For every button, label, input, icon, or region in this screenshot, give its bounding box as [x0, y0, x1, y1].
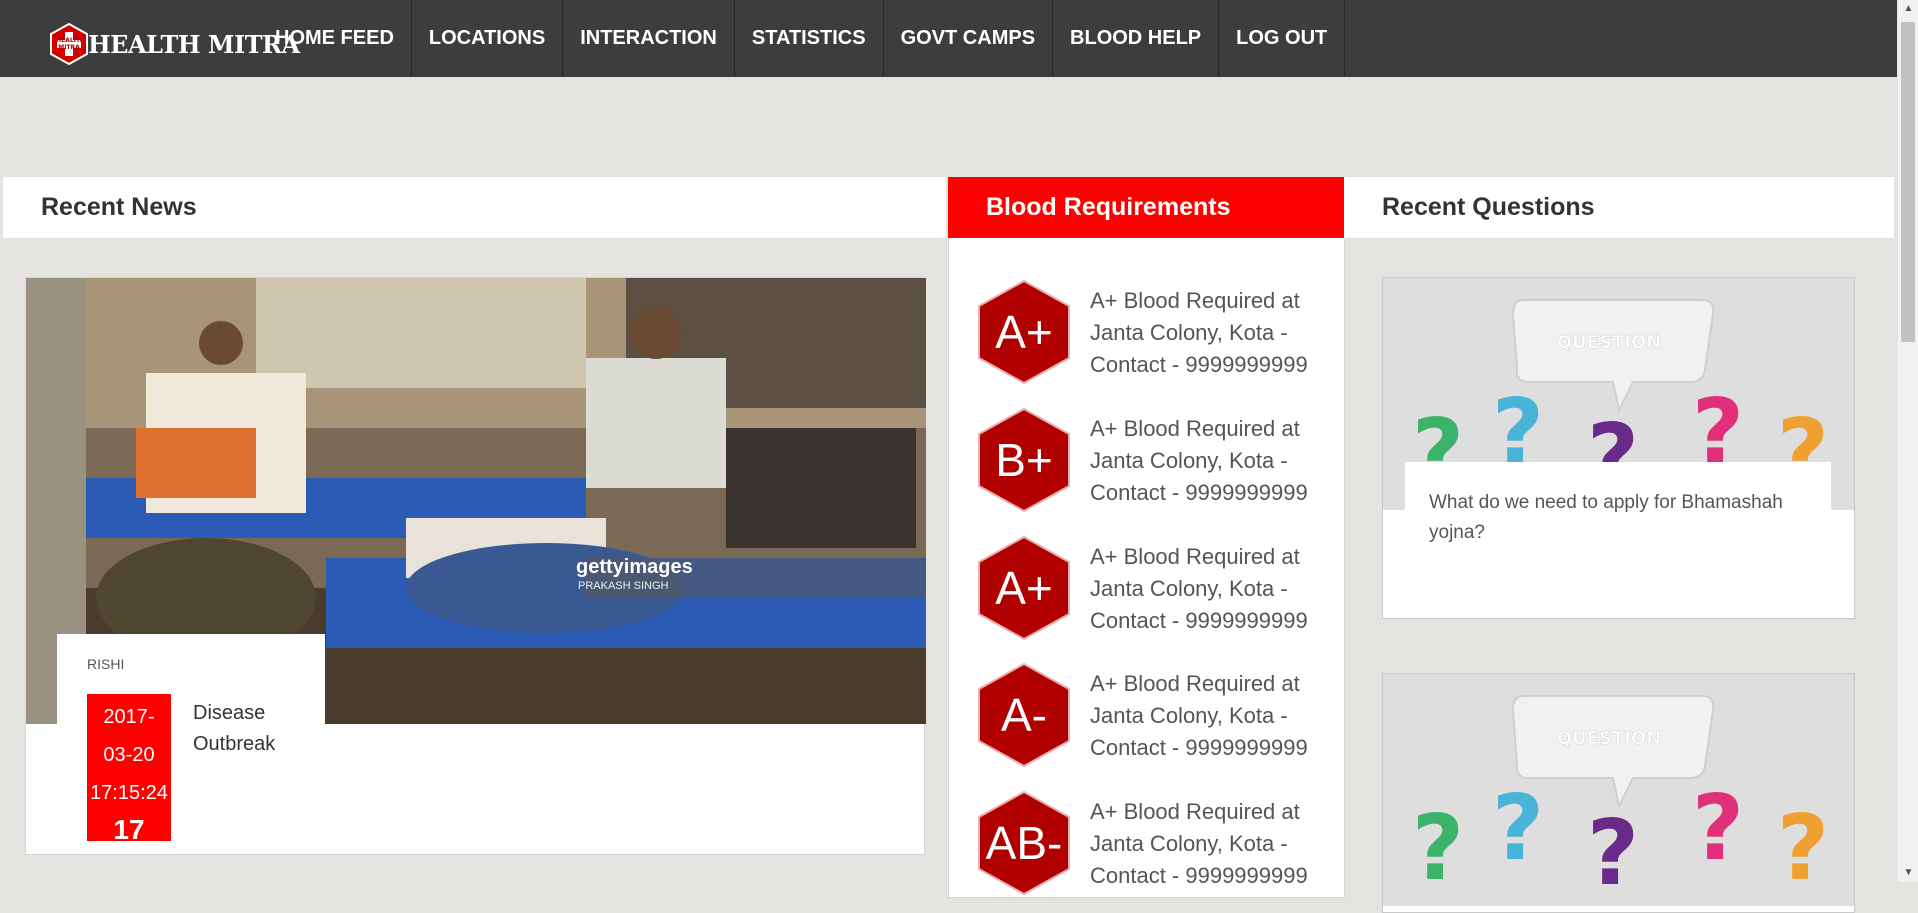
scroll-up-arrow-icon[interactable]: ▲: [1898, 0, 1918, 18]
health-mitra-logo-icon: HEALTH MITRA: [50, 23, 88, 65]
news-date-line1: 2017-: [103, 706, 155, 728]
blood-request-text: A+ Blood Required at Janta Colony, Kota …: [1090, 671, 1308, 760]
news-date-line2: 03-20: [103, 744, 155, 766]
blood-request-text: A+ Blood Required at Janta Colony, Kota …: [1090, 544, 1308, 633]
scroll-down-arrow-icon[interactable]: ▼: [1898, 864, 1918, 882]
news-author: RISHI: [87, 656, 125, 672]
nav-interaction[interactable]: INTERACTION: [563, 0, 735, 77]
svg-text:?: ?: [1777, 796, 1829, 901]
blood-group-label: B+: [995, 434, 1053, 486]
blood-group-label: A-: [1001, 689, 1047, 741]
question-image-label: QUESTION: [1557, 332, 1662, 353]
nav-locations[interactable]: LOCATIONS: [412, 0, 564, 77]
question-card[interactable]: QUESTION ? ? ? ? ?: [1382, 673, 1855, 913]
blood-group-label: AB-: [985, 817, 1063, 869]
nav-home-feed[interactable]: HOME FEED: [258, 0, 412, 77]
top-navbar: HEALTH MITRA HEALTH MITRA HOME FEED LOCA…: [0, 0, 1897, 77]
question-marks-illustration: QUESTION ? ? ? ? ?: [1383, 674, 1854, 906]
blood-request-item[interactable]: A- A+ Blood Required at Janta Colony, Ko…: [971, 662, 1341, 772]
blood-request-text: A+ Blood Required at Janta Colony, Kota …: [1090, 799, 1308, 888]
news-card[interactable]: gettyimages PRAKASH SINGH RISHI 2017- 03…: [25, 277, 926, 855]
vertical-scrollbar[interactable]: ▲ ▼: [1897, 0, 1918, 882]
blood-request-text: A+ Blood Required at Janta Colony, Kota …: [1090, 288, 1308, 377]
svg-text:HEALTH: HEALTH: [56, 37, 82, 44]
blood-request-item[interactable]: AB- A+ Blood Required at Janta Colony, K…: [971, 790, 1341, 900]
svg-text:?: ?: [1492, 776, 1544, 881]
news-meta: RISHI 2017- 03-20 17:15:24 17 Disease Ou…: [57, 634, 325, 841]
svg-text:?: ?: [1692, 776, 1744, 881]
news-day: 17: [113, 814, 145, 841]
photo-credit: PRAKASH SINGH: [578, 580, 669, 592]
question-image: QUESTION ? ? ? ? ?: [1383, 674, 1854, 906]
blood-group-label: A+: [995, 562, 1053, 614]
news-title[interactable]: Disease Outbreak: [193, 698, 313, 760]
blood-requirements-list: A+ A+ Blood Required at Janta Colony, Ko…: [948, 238, 1345, 898]
blood-request-item[interactable]: A+ A+ Blood Required at Janta Colony, Ko…: [971, 279, 1341, 389]
nav-blood-help[interactable]: BLOOD HELP: [1053, 0, 1220, 77]
photo-watermark: gettyimages: [576, 556, 693, 578]
blood-request-item[interactable]: B+ A+ Blood Required at Janta Colony, Ko…: [971, 407, 1341, 517]
nav-statistics[interactable]: STATISTICS: [735, 0, 884, 77]
svg-text:?: ?: [1412, 796, 1464, 901]
recent-news-heading: Recent News: [3, 177, 946, 238]
scrollbar-thumb[interactable]: [1901, 22, 1915, 342]
nav-govt-camps[interactable]: GOVT CAMPS: [884, 0, 1054, 77]
news-date-badge: 2017- 03-20 17:15:24 17: [87, 694, 171, 841]
svg-text:?: ?: [1587, 801, 1639, 906]
question-image-label: QUESTION: [1557, 728, 1662, 749]
nav-log-out[interactable]: LOG OUT: [1219, 0, 1346, 77]
recent-questions-heading: Recent Questions: [1344, 177, 1894, 238]
news-date-line3: 17:15:24: [90, 782, 168, 804]
question-card[interactable]: QUESTION ? ? ? ? ? What do we need to ap…: [1382, 277, 1855, 619]
main-nav: HOME FEED LOCATIONS INTERACTION STATISTI…: [258, 0, 1346, 77]
blood-group-label: A+: [995, 306, 1053, 358]
blood-request-text: A+ Blood Required at Janta Colony, Kota …: [1090, 416, 1308, 505]
question-text[interactable]: What do we need to apply for Bhamashah y…: [1405, 462, 1831, 592]
blood-request-item[interactable]: A+ A+ Blood Required at Janta Colony, Ko…: [971, 535, 1341, 645]
blood-requirements-heading: Blood Requirements: [948, 177, 1344, 238]
svg-text:MITRA: MITRA: [58, 44, 80, 51]
